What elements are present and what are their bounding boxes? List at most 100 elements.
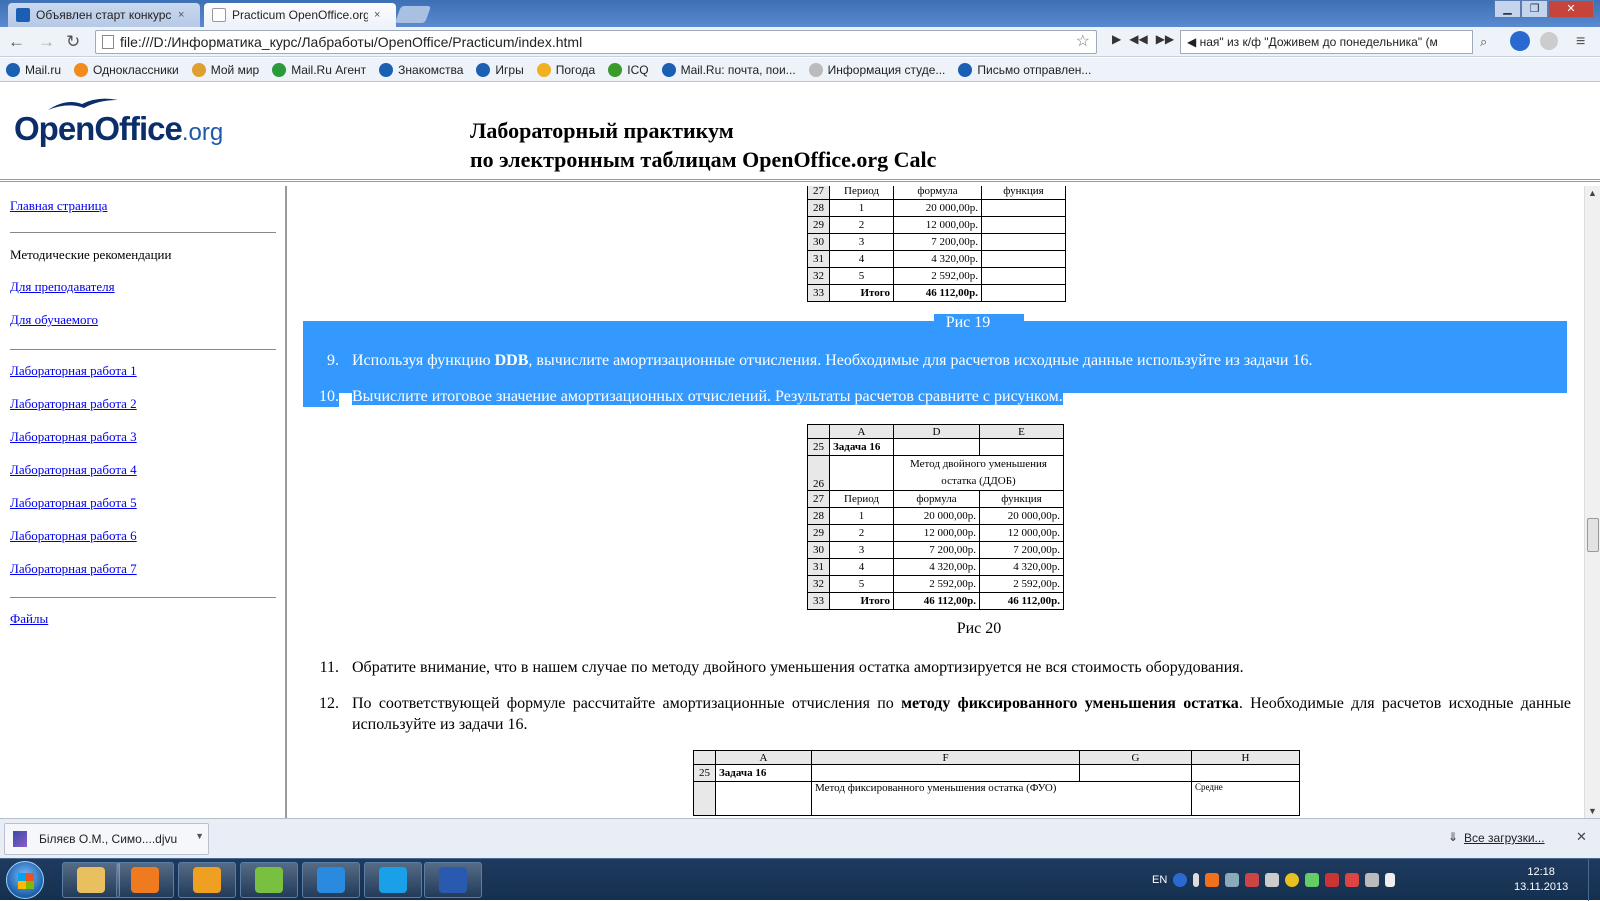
table-cell xyxy=(715,781,812,816)
mail-agent-icon[interactable] xyxy=(1510,31,1530,51)
bookmark-favicon-icon xyxy=(476,62,491,77)
network-icon[interactable] xyxy=(1345,873,1360,887)
sidebar-lab-7[interactable]: Лабораторная работа 7 xyxy=(10,561,137,577)
media-title-box[interactable]: ◀ ная" из к/ф "Доживем до понедельника" … xyxy=(1180,30,1473,54)
reload-icon[interactable]: ↻ xyxy=(66,32,80,52)
table-cell: 4 320,00р. xyxy=(893,250,982,268)
sidebar-lab-1[interactable]: Лабораторная работа 1 xyxy=(10,363,137,379)
table-cell xyxy=(811,764,1080,782)
sidebar-student-link[interactable]: Для обучаемого xyxy=(10,312,98,328)
chevron-down-icon[interactable]: ▼ xyxy=(195,831,204,841)
bookmark-item[interactable]: ICQ xyxy=(608,62,649,77)
bookmark-item[interactable]: Знакомства xyxy=(379,62,463,77)
volume-icon[interactable] xyxy=(1385,873,1396,887)
bookmark-label: Мой мир xyxy=(210,62,260,77)
address-bar[interactable]: file:///D:/Информатика_курс/Лабработы/Op… xyxy=(95,30,1097,54)
media-title: ная" из к/ф "Доживем до понедельника" (м xyxy=(1199,35,1438,49)
sidebar-teacher-link[interactable]: Для преподавателя xyxy=(10,279,115,295)
clock[interactable]: 12:18 13.11.2013 xyxy=(1514,865,1568,895)
tab-title: Объявлен старт конкурс xyxy=(36,8,172,22)
table-cell xyxy=(981,199,1066,217)
sidebar-lab-6[interactable]: Лабораторная работа 6 xyxy=(10,528,137,544)
help-icon[interactable] xyxy=(1173,873,1188,887)
windows-taskbar: EN 12:18 13.11.2013 xyxy=(0,858,1600,901)
all-downloads-link[interactable]: Все загрузки... xyxy=(1464,831,1545,845)
figure-19-caption: Рис 19 xyxy=(933,314,1025,331)
tab-close-icon[interactable]: × xyxy=(374,9,380,21)
sidebar-lab-2[interactable]: Лабораторная работа 2 xyxy=(10,396,137,412)
signal-icon[interactable] xyxy=(1365,873,1380,887)
search-icon[interactable]: ⌕ xyxy=(1480,32,1487,52)
internet-explorer-icon xyxy=(317,867,345,893)
bookmark-item[interactable]: Одноклассники xyxy=(74,62,179,77)
taskbar-internet-explorer-button[interactable] xyxy=(302,862,360,898)
bookmark-star-icon[interactable]: ☆ xyxy=(1076,31,1090,53)
tray-app-icon[interactable] xyxy=(1305,873,1320,887)
close-window-button[interactable]: ✕ xyxy=(1548,0,1594,18)
sidebar-lab-3[interactable]: Лабораторная работа 3 xyxy=(10,429,137,445)
taskbar-mail-agent-button[interactable] xyxy=(178,862,236,898)
tab-strip: Объявлен старт конкурс × Practicum OpenO… xyxy=(0,0,1600,27)
bookmark-item[interactable]: Mail.Ru: почта, пои... xyxy=(661,62,796,77)
start-button[interactable] xyxy=(6,861,44,899)
scroll-down-icon[interactable]: ▼ xyxy=(1588,806,1597,816)
close-download-bar-icon[interactable]: ✕ xyxy=(1576,829,1587,845)
sidebar-lab-4[interactable]: Лабораторная работа 4 xyxy=(10,462,137,478)
bookmark-item[interactable]: Игры xyxy=(476,62,524,77)
bookmark-item[interactable]: Погода xyxy=(536,62,595,77)
tab-konkurs[interactable]: Объявлен старт конкурс × xyxy=(8,3,200,27)
tab-practicum[interactable]: Practicum OpenOffice.org × xyxy=(204,3,396,27)
table-cell: Средне xyxy=(1191,781,1300,816)
next-icon[interactable]: ▶▶ xyxy=(1156,32,1174,46)
language-indicator[interactable]: EN xyxy=(1152,874,1167,886)
sidebar-files-link[interactable]: Файлы xyxy=(10,611,48,627)
divider xyxy=(10,232,276,233)
bookmark-item[interactable]: Mail.Ru Агент xyxy=(272,62,366,77)
forward-icon[interactable]: → xyxy=(38,32,55,52)
explorer-icon xyxy=(77,867,105,893)
table-cell: 30 xyxy=(807,541,830,559)
back-icon[interactable]: ← xyxy=(8,32,25,52)
download-bar: Біляєв О.М., Симо....djvu ▼ ⇓ Все загруз… xyxy=(0,818,1600,858)
tray-app-icon[interactable] xyxy=(1245,873,1260,887)
taskbar-word-button[interactable] xyxy=(424,862,482,898)
previous-icon[interactable]: ◀◀ xyxy=(1129,32,1147,46)
bookmark-item[interactable]: Информация студе... xyxy=(808,62,945,77)
sidebar-methodical-label: Методические рекомендации xyxy=(10,247,172,262)
table-cell: 33 xyxy=(807,284,830,302)
wrench-menu-icon[interactable]: ≡ xyxy=(1576,32,1585,52)
play-icon[interactable]: ▶ xyxy=(1112,32,1121,46)
minimize-button[interactable]: ▁ xyxy=(1494,0,1521,18)
bookmark-item[interactable]: Мой мир xyxy=(191,62,260,77)
tray-app-icon[interactable] xyxy=(1205,873,1220,887)
speaker-icon: ◀ xyxy=(1187,35,1197,49)
figure-19-caption-wrap: Рис 19 xyxy=(889,314,1069,336)
tray-app-icon[interactable] xyxy=(1325,873,1340,887)
vertical-scrollbar[interactable]: ▲ ▼ xyxy=(1584,186,1600,818)
sidebar-lab-5[interactable]: Лабораторная работа 5 xyxy=(10,495,137,511)
taskbar-media-player-button[interactable] xyxy=(116,862,174,898)
bookmark-item[interactable]: Письмо отправлен... xyxy=(958,62,1091,77)
maximize-button[interactable]: ❐ xyxy=(1521,0,1548,18)
new-tab-button[interactable] xyxy=(394,6,432,23)
taskbar-skype-button[interactable] xyxy=(364,862,422,898)
taskbar-picasa-button[interactable] xyxy=(240,862,298,898)
tray-app-icon[interactable] xyxy=(1265,873,1280,887)
bluetooth-icon[interactable] xyxy=(1225,873,1240,887)
scroll-up-icon[interactable]: ▲ xyxy=(1588,188,1597,198)
table-cell: 28 xyxy=(807,507,830,525)
show-desktop-button[interactable] xyxy=(1588,859,1600,901)
bookmark-item[interactable]: Mail.ru xyxy=(6,62,61,77)
download-item[interactable]: Біляєв О.М., Симо....djvu ▼ xyxy=(4,823,209,855)
sidebar-home-link[interactable]: Главная страница xyxy=(10,198,107,214)
table-cell xyxy=(981,284,1066,302)
table-cell: 20 000,00р. xyxy=(893,199,982,217)
tab-close-icon[interactable]: × xyxy=(178,9,184,21)
extension-icon[interactable] xyxy=(1540,32,1558,50)
table-cell: 20 000,00р. xyxy=(979,507,1064,525)
tray-expand-icon[interactable] xyxy=(1193,873,1200,887)
taskbar-explorer-button[interactable] xyxy=(62,862,120,898)
scrollbar-thumb[interactable] xyxy=(1587,518,1599,552)
tray-app-icon[interactable] xyxy=(1285,873,1300,887)
table-cell: 46 112,00р. xyxy=(893,284,982,302)
